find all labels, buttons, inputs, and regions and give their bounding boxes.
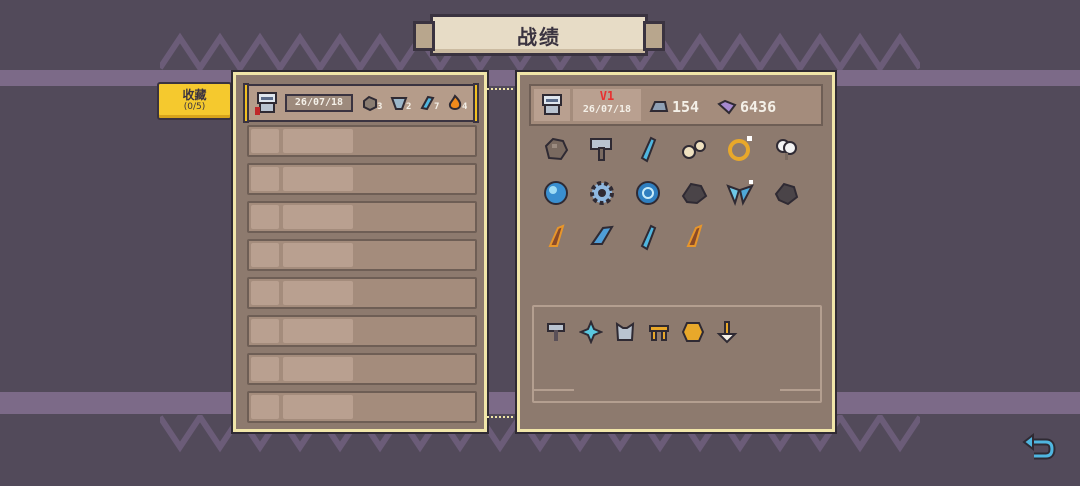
- white-cotton-icon[interactable]: [768, 131, 804, 167]
- empty-record-slot[interactable]: [247, 125, 477, 157]
- empty-record-slot[interactable]: [247, 353, 477, 385]
- title-banner: 战绩: [413, 14, 665, 56]
- record-info-bar: V1 26/07/18 154 6436: [529, 84, 823, 126]
- sword-icon[interactable]: [714, 319, 740, 345]
- fire-resource: 4: [446, 94, 467, 112]
- blue-crystal-count: 7: [434, 102, 440, 112]
- character-portrait: [534, 89, 570, 121]
- knight-avatar-icon: [542, 94, 562, 115]
- gem-stat-icon: [717, 99, 737, 115]
- blue-orb-icon[interactable]: [538, 175, 574, 211]
- panel-connector: [487, 416, 517, 418]
- stat-gems-value: 6436: [740, 98, 777, 116]
- dark-ore-icon[interactable]: [768, 175, 804, 211]
- empty-record-slot[interactable]: [247, 201, 477, 233]
- blue-crystal-icon[interactable]: [630, 219, 666, 255]
- blue-coin-icon[interactable]: [630, 175, 666, 211]
- collection-tab-count: (0/5): [183, 102, 206, 112]
- records-list-panel: 26/07/18 3 2 7 4: [231, 70, 489, 434]
- corner-decoration-right: [780, 389, 820, 391]
- spike-weapon-icon[interactable]: [578, 319, 604, 345]
- fire-count: 4: [462, 102, 468, 112]
- record-detail-panel: V1 26/07/18 154 6436: [515, 70, 837, 434]
- orange-shard-icon[interactable]: [676, 219, 712, 255]
- back-arrow-icon: [1022, 432, 1056, 460]
- blue-shard-icon[interactable]: [584, 219, 620, 255]
- bone-icon[interactable]: [676, 131, 712, 167]
- gear-icon[interactable]: [584, 175, 620, 211]
- selection-bracket-left: [243, 83, 249, 123]
- collection-tab-label: 收藏: [182, 88, 207, 102]
- empty-record-slot[interactable]: [247, 163, 477, 195]
- stat-gems: 6436: [717, 98, 776, 116]
- orange-shard-icon[interactable]: [538, 219, 574, 255]
- hammer-icon[interactable]: [584, 131, 620, 167]
- record-row[interactable]: 26/07/18 3 2 7 4: [243, 83, 479, 123]
- empty-record-slot[interactable]: [247, 315, 477, 347]
- hammer-weapon-icon[interactable]: [544, 319, 570, 345]
- dark-ore-icon[interactable]: [676, 175, 712, 211]
- back-button[interactable]: [1022, 432, 1056, 462]
- blue-crystal-resource: 7: [418, 94, 439, 112]
- crystal-cluster-icon[interactable]: [722, 175, 758, 211]
- corner-decoration-left: [534, 389, 574, 391]
- empty-record-slot[interactable]: [247, 277, 477, 309]
- helmet-stat-icon: [649, 101, 669, 112]
- empty-record-slot[interactable]: [247, 391, 477, 423]
- empty-record-slot[interactable]: [247, 239, 477, 271]
- ore-resource: 3: [361, 94, 382, 112]
- stat-kills-value: 154: [672, 98, 700, 116]
- page-title: 战绩: [517, 24, 561, 49]
- shield-icon[interactable]: [680, 319, 706, 345]
- record-date: 26/07/18: [285, 94, 353, 112]
- gold-ring-icon[interactable]: [722, 131, 758, 167]
- ore-count: 3: [377, 102, 383, 112]
- record-level-date: V1 26/07/18: [573, 89, 641, 121]
- selection-bracket-right: [473, 83, 479, 123]
- stat-kills: 154: [649, 98, 699, 116]
- crystal-count: 2: [406, 102, 412, 112]
- armor-icon[interactable]: [612, 319, 638, 345]
- difficulty-level: V1: [599, 89, 615, 103]
- crossbow-icon[interactable]: [646, 319, 672, 345]
- crystal-resource: 2: [390, 94, 411, 112]
- record-date: 26/07/18: [582, 104, 632, 115]
- collection-tab[interactable]: 收藏 (0/5): [157, 82, 232, 120]
- weapons-box: [532, 305, 822, 403]
- knight-avatar-icon: [255, 92, 277, 115]
- blue-crystal-icon[interactable]: [630, 131, 666, 167]
- rock-ore-icon[interactable]: [538, 131, 574, 167]
- panel-connector: [487, 88, 517, 90]
